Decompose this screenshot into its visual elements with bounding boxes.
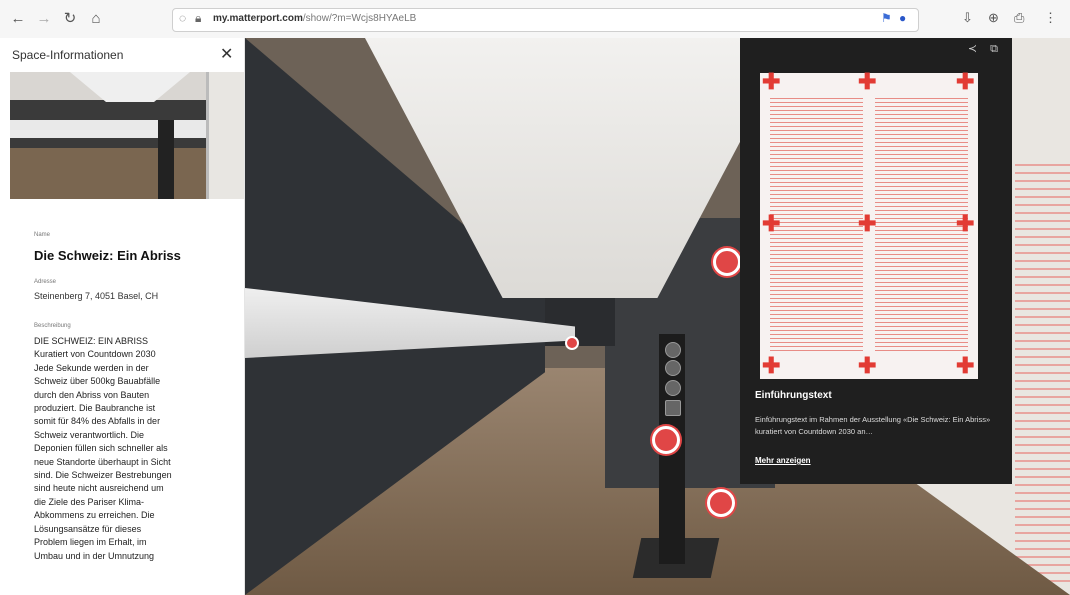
- home-icon[interactable]: ⌂: [86, 9, 106, 29]
- space-title: Die Schweiz: Ein Abriss: [34, 248, 181, 263]
- swiss-cross-icon: ✚: [956, 211, 975, 236]
- panel-header: Space-Informationen: [12, 48, 124, 62]
- swiss-cross-icon: ✚: [762, 69, 781, 94]
- forward-icon[interactable]: →: [34, 9, 54, 29]
- tour-viewport[interactable]: ≺ ⧉ ✚ ✚ ✚ ✚ ✚ ✚ ✚ ✚ ✚ Einführungstext Ei…: [245, 38, 1070, 595]
- address-label: Adresse: [34, 279, 57, 285]
- reload-icon[interactable]: ↻: [60, 9, 80, 29]
- show-more-link[interactable]: Mehr anzeigen: [755, 456, 811, 465]
- menu-icon[interactable]: ⋮: [1044, 10, 1057, 26]
- mattertag-hotspot-intro[interactable]: [713, 248, 741, 276]
- wall-text-decoration: [1015, 158, 1070, 588]
- account-icon[interactable]: ⊕: [988, 10, 999, 26]
- swiss-cross-icon: ✚: [858, 353, 877, 378]
- name-label: Name: [34, 232, 51, 238]
- lock-icon[interactable]: 🔒︎: [195, 11, 201, 26]
- document-column: [875, 95, 968, 351]
- fullscreen-icon[interactable]: ⧉: [990, 43, 998, 55]
- extension-dot-icon[interactable]: ●: [899, 11, 906, 25]
- speaker-button-icon: [665, 400, 681, 416]
- swiss-cross-icon: ✚: [762, 211, 781, 236]
- download-icon[interactable]: ⇩: [962, 10, 973, 26]
- space-thumbnail: [10, 72, 244, 199]
- space-info-panel: Space-Informationen ✕ Name Die Schweiz: …: [0, 38, 245, 595]
- share-icon[interactable]: ≺: [968, 43, 977, 55]
- document-column: [770, 95, 863, 351]
- description-label: Beschreibung: [34, 323, 71, 329]
- speaker-icon: [665, 360, 681, 376]
- card-title: Einführungstext: [755, 390, 832, 401]
- card-text: Einführungstext im Rahmen der Ausstellun…: [755, 415, 991, 436]
- close-icon[interactable]: ✕: [220, 44, 233, 64]
- swiss-cross-icon: ✚: [956, 69, 975, 94]
- address-bar[interactable]: ◌ 🔒︎ my.matterport.com/show/?m=Wcjs8HYAe…: [172, 8, 919, 32]
- swiss-cross-icon: ✚: [956, 353, 975, 378]
- space-description: DIE SCHWEIZ: EIN ABRISS Kuratiert von Co…: [34, 336, 172, 561]
- shield-icon[interactable]: ◌: [179, 11, 186, 25]
- document-preview[interactable]: ✚ ✚ ✚ ✚ ✚ ✚ ✚ ✚ ✚: [760, 69, 978, 379]
- extensions-icon[interactable]: ⎙: [1014, 10, 1024, 26]
- back-icon[interactable]: ←: [8, 9, 28, 29]
- mattertag-hotspot-audio[interactable]: [652, 426, 680, 454]
- swiss-cross-icon: ✚: [762, 353, 781, 378]
- mattertag-card: ≺ ⧉ ✚ ✚ ✚ ✚ ✚ ✚ ✚ ✚ ✚ Einführungstext Ei…: [740, 38, 1012, 484]
- browser-toolbar: ← → ↻ ⌂ ◌ 🔒︎ my.matterport.com/show/?m=W…: [0, 0, 1070, 39]
- swiss-cross-icon: ✚: [858, 211, 877, 236]
- speaker-icon: [665, 342, 681, 358]
- card-actions: ≺ ⧉: [958, 42, 998, 56]
- speaker-icon: [665, 380, 681, 396]
- mattertag-hotspot-wall[interactable]: [707, 489, 735, 517]
- bookmark-icon[interactable]: ⚑: [881, 11, 892, 25]
- space-address: Steinenberg 7, 4051 Basel, CH: [34, 291, 159, 301]
- swiss-cross-icon: ✚: [858, 69, 877, 94]
- mattertag-hotspot-far[interactable]: [565, 336, 579, 350]
- url-text[interactable]: my.matterport.com/show/?m=Wcjs8HYAeLB: [213, 13, 416, 24]
